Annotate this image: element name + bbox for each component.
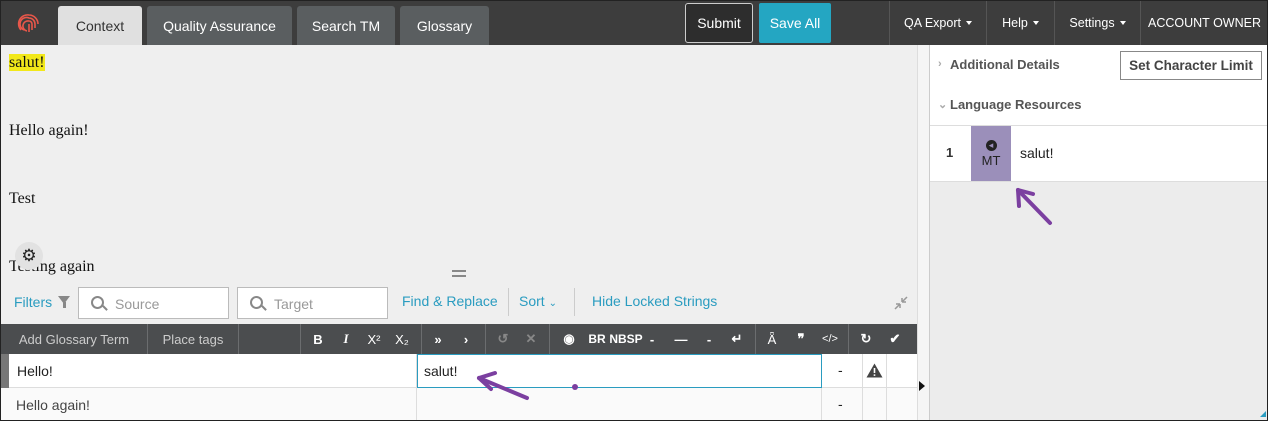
annotation-dot xyxy=(572,384,578,390)
app-window: Context Quality Assurance Search TM Glos… xyxy=(0,0,1268,421)
annotation-overlay xyxy=(477,188,1052,400)
annotation-arrow xyxy=(477,371,529,400)
annotation-arrow xyxy=(1016,188,1052,225)
